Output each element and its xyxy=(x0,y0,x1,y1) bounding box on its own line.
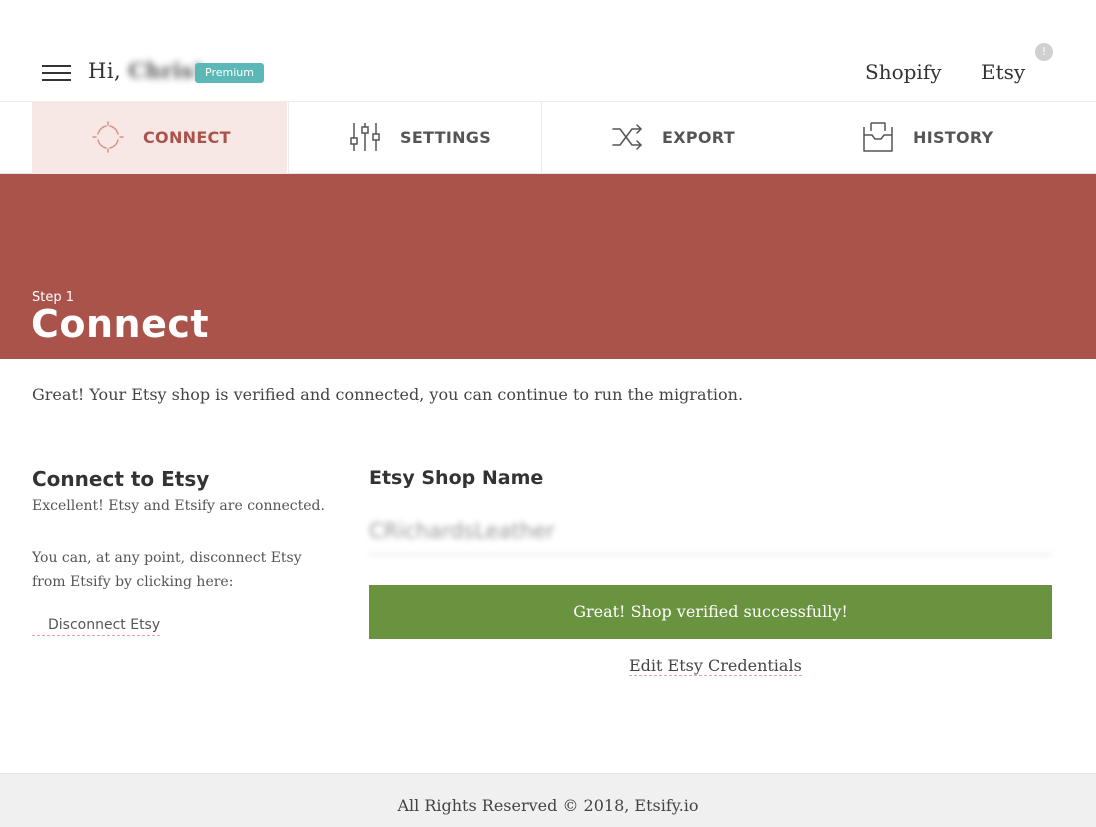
tab-settings[interactable]: SETTINGS xyxy=(288,102,542,173)
tab-history-label: HISTORY xyxy=(913,128,994,147)
platform-shopify-link[interactable]: Shopify xyxy=(865,60,942,84)
shuffle-icon xyxy=(612,124,642,150)
copyright-text: All Rights Reserved © 2018, Etsify.io xyxy=(397,796,699,815)
user-name: Chris! xyxy=(128,58,204,83)
disconnect-etsy-link[interactable]: Disconnect Etsy xyxy=(32,617,161,636)
tab-export[interactable]: EXPORT xyxy=(543,102,798,173)
footer: All Rights Reserved © 2018, Etsify.io xyxy=(0,773,1096,827)
top-header: Hi, Chris! Premium Shopify Etsy ! xyxy=(0,0,1096,102)
connect-icon xyxy=(92,121,124,153)
shop-name-input[interactable] xyxy=(369,508,1052,555)
step-tabs: CONNECT SETTINGS EXPORT HISTORY xyxy=(0,102,1096,174)
edit-credentials-link[interactable]: Edit Etsy Credentials xyxy=(629,656,802,676)
plan-badge: Premium xyxy=(195,63,264,83)
tab-history[interactable]: HISTORY xyxy=(798,102,1053,173)
inbox-icon xyxy=(863,122,893,152)
tab-connect-label: CONNECT xyxy=(143,128,231,147)
connection-status-text: Excellent! Etsy and Etsify are connected… xyxy=(32,498,325,514)
alert-indicator-icon: ! xyxy=(1035,43,1053,61)
page-title: Connect xyxy=(31,302,210,346)
shop-name-heading: Etsy Shop Name xyxy=(369,467,544,489)
platform-etsy-link[interactable]: Etsy xyxy=(981,60,1025,84)
disconnect-instructions: You can, at any point, disconnect Etsy f… xyxy=(32,550,302,590)
tab-export-label: EXPORT xyxy=(662,128,735,147)
tab-connect[interactable]: CONNECT xyxy=(32,102,287,173)
verified-success-banner: Great! Shop verified successfully! xyxy=(369,585,1052,639)
greeting: Hi, Chris! xyxy=(88,58,203,83)
sliders-icon xyxy=(350,123,380,151)
tab-settings-label: SETTINGS xyxy=(400,128,492,147)
intro-message: Great! Your Etsy shop is verified and co… xyxy=(32,385,744,404)
connect-heading: Connect to Etsy xyxy=(32,467,210,491)
menu-icon[interactable] xyxy=(42,63,72,83)
step-hero-banner: Step 1 Connect xyxy=(0,174,1096,359)
greeting-prefix: Hi, xyxy=(88,59,122,83)
